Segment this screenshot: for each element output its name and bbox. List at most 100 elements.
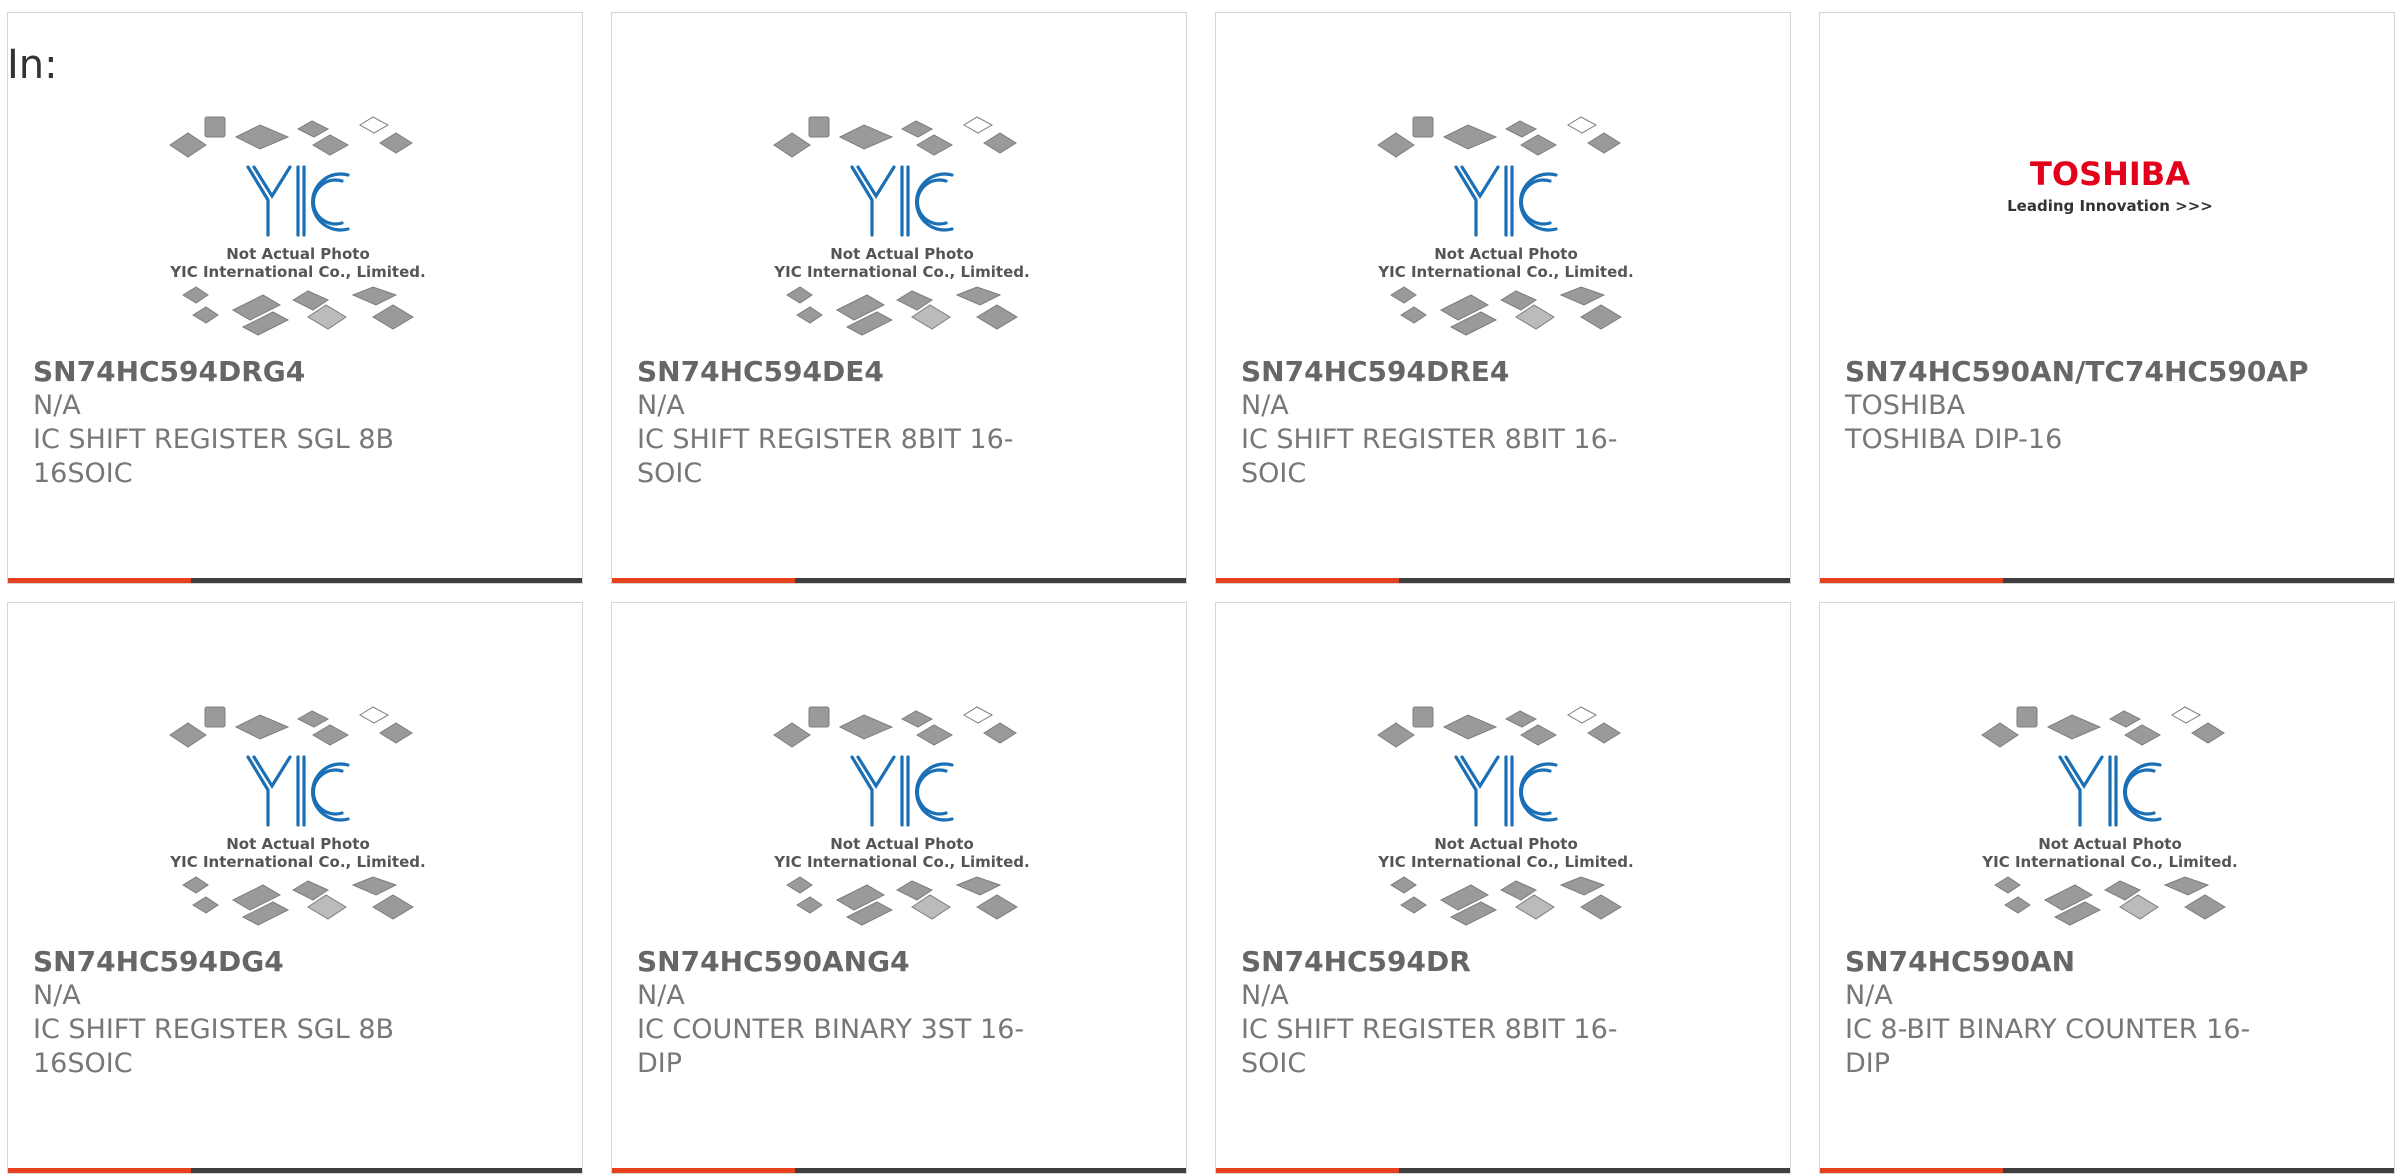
description: IC SHIFT REGISTER 8BIT 16- [1241, 424, 1618, 455]
chip-icon [379, 722, 413, 744]
chip-icon [900, 710, 934, 728]
chip-icon [983, 132, 1017, 154]
description-cont: 16SOIC [33, 458, 133, 489]
chip-icon [1442, 714, 1498, 740]
product-image[interactable]: Not Actual Photo YIC International Co., … [148, 105, 448, 355]
description: IC SHIFT REGISTER SGL 8B [33, 424, 395, 455]
description: IC 8-BIT BINARY COUNTER 16- [1845, 1014, 2251, 1045]
manufacturer: N/A [1845, 980, 1893, 1011]
product-image[interactable]: TOSHIBA Leading Innovation >>> [1960, 105, 2260, 355]
chip-icon [1400, 896, 1427, 914]
product-image[interactable]: Not Actual Photo YIC International Co., … [148, 695, 448, 945]
product-info: SN74HC594DRG4 N/A IC SHIFT REGISTER SGL … [33, 355, 463, 491]
product-info: SN74HC594DG4 N/A IC SHIFT REGISTER SGL 8… [33, 945, 463, 1081]
chip-icon [234, 124, 290, 150]
yic-logo-icon [850, 755, 954, 827]
product-card-7[interactable]: Not Actual Photo YIC International Co., … [1215, 602, 1791, 1174]
chip-icon [1567, 116, 1598, 134]
card-accent-segment [1216, 1168, 1399, 1173]
chip-icon [2108, 710, 2142, 728]
card-accent-bar [8, 1168, 582, 1173]
part-number[interactable]: SN74HC594DRE4 [1241, 355, 1671, 389]
chip-icon [351, 286, 398, 306]
chip-icon [1559, 876, 1606, 896]
chip-icon [359, 116, 390, 134]
product-image[interactable]: Not Actual Photo YIC International Co., … [752, 695, 1052, 945]
product-card-4[interactable]: TOSHIBA Leading Innovation >>> SN74HC590… [1819, 12, 2395, 584]
description: TOSHIBA DIP-16 [1845, 424, 2063, 455]
chip-icon [976, 304, 1018, 330]
part-number[interactable]: SN74HC594DE4 [637, 355, 1067, 389]
card-accent-segment [1820, 578, 2003, 583]
chip-icon [2046, 714, 2102, 740]
product-card-2[interactable]: Not Actual Photo YIC International Co., … [611, 12, 1187, 584]
product-card-3[interactable]: Not Actual Photo YIC International Co., … [1215, 12, 1791, 584]
chip-icon [169, 722, 207, 748]
chip-icon [1377, 722, 1415, 748]
svg-text:Leading Innovation >>>: Leading Innovation >>> [2007, 197, 2213, 215]
chip-icon [838, 124, 894, 150]
in-label: In: [7, 42, 58, 88]
card-accent-segment [8, 578, 191, 583]
chip-icon [234, 714, 290, 740]
product-image[interactable]: Not Actual Photo YIC International Co., … [1960, 695, 2260, 945]
svg-text:Not Actual Photo: Not Actual Photo [830, 245, 974, 263]
description-cont: SOIC [1241, 1048, 1307, 1079]
svg-text:Not Actual Photo: Not Actual Photo [1434, 835, 1578, 853]
chip-icon [379, 132, 413, 154]
product-image[interactable]: Not Actual Photo YIC International Co., … [1356, 695, 1656, 945]
chip-icon [359, 706, 390, 724]
chip-icon [1504, 120, 1538, 138]
chip-icon [204, 706, 226, 728]
chip-icon [786, 286, 813, 304]
product-image[interactable]: Not Actual Photo YIC International Co., … [752, 105, 1052, 355]
chip-icon [192, 896, 219, 914]
yic-logo-icon [1454, 165, 1558, 237]
svg-text:Not Actual Photo: Not Actual Photo [226, 835, 370, 853]
product-card-5[interactable]: Not Actual Photo YIC International Co., … [7, 602, 583, 1174]
chip-icon [296, 710, 330, 728]
product-info: SN74HC590ANG4 N/A IC COUNTER BINARY 3ST … [637, 945, 1067, 1081]
chip-icon [296, 120, 330, 138]
chip-icon [773, 722, 811, 748]
chip-icon [2124, 724, 2162, 746]
yic-logo-icon [2058, 755, 2162, 827]
part-number[interactable]: SN74HC594DRG4 [33, 355, 463, 389]
chip-icon [1412, 706, 1434, 728]
chip-icon [2171, 706, 2202, 724]
chip-icon [1390, 876, 1417, 894]
description-cont: SOIC [1241, 458, 1307, 489]
chip-icon [796, 306, 823, 324]
product-card-8[interactable]: Not Actual Photo YIC International Co., … [1819, 602, 2395, 1174]
part-number[interactable]: SN74HC594DG4 [33, 945, 463, 979]
svg-text:Not Actual Photo: Not Actual Photo [1434, 245, 1578, 263]
svg-text:Not Actual Photo: Not Actual Photo [2038, 835, 2182, 853]
part-number[interactable]: SN74HC590AN/TC74HC590AP [1845, 355, 2309, 389]
product-image[interactable]: Not Actual Photo YIC International Co., … [1356, 105, 1656, 355]
card-accent-segment [612, 578, 795, 583]
chip-icon [2004, 896, 2031, 914]
manufacturer: N/A [1241, 980, 1289, 1011]
chip-icon [916, 134, 954, 156]
chip-icon [1377, 132, 1415, 158]
card-accent-bar [1216, 1168, 1790, 1173]
card-accent-bar [612, 578, 1186, 583]
part-number[interactable]: SN74HC594DR [1241, 945, 1671, 979]
manufacturer: N/A [33, 980, 81, 1011]
not-actual-photo-image: Not Actual Photo YIC International Co., … [1981, 706, 2238, 926]
chip-icon [312, 134, 350, 156]
svg-text:YIC International Co., Limited: YIC International Co., Limited. [1981, 853, 2237, 871]
product-info: SN74HC590AN/TC74HC590AP TOSHIBA TOSHIBA … [1845, 355, 2309, 457]
svg-text:YIC International Co., Limited: YIC International Co., Limited. [169, 263, 425, 281]
chip-icon [2191, 722, 2225, 744]
chip-icon [372, 304, 414, 330]
part-number[interactable]: SN74HC590AN [1845, 945, 2275, 979]
card-accent-segment [612, 1168, 795, 1173]
product-card-6[interactable]: Not Actual Photo YIC International Co., … [611, 602, 1187, 1174]
chip-icon [1390, 286, 1417, 304]
chip-icon [2016, 706, 2038, 728]
not-actual-photo-image: Not Actual Photo YIC International Co., … [1377, 116, 1634, 336]
product-card-1[interactable]: Not Actual Photo YIC International Co., … [7, 12, 583, 584]
description: IC SHIFT REGISTER 8BIT 16- [637, 424, 1014, 455]
part-number[interactable]: SN74HC590ANG4 [637, 945, 1067, 979]
